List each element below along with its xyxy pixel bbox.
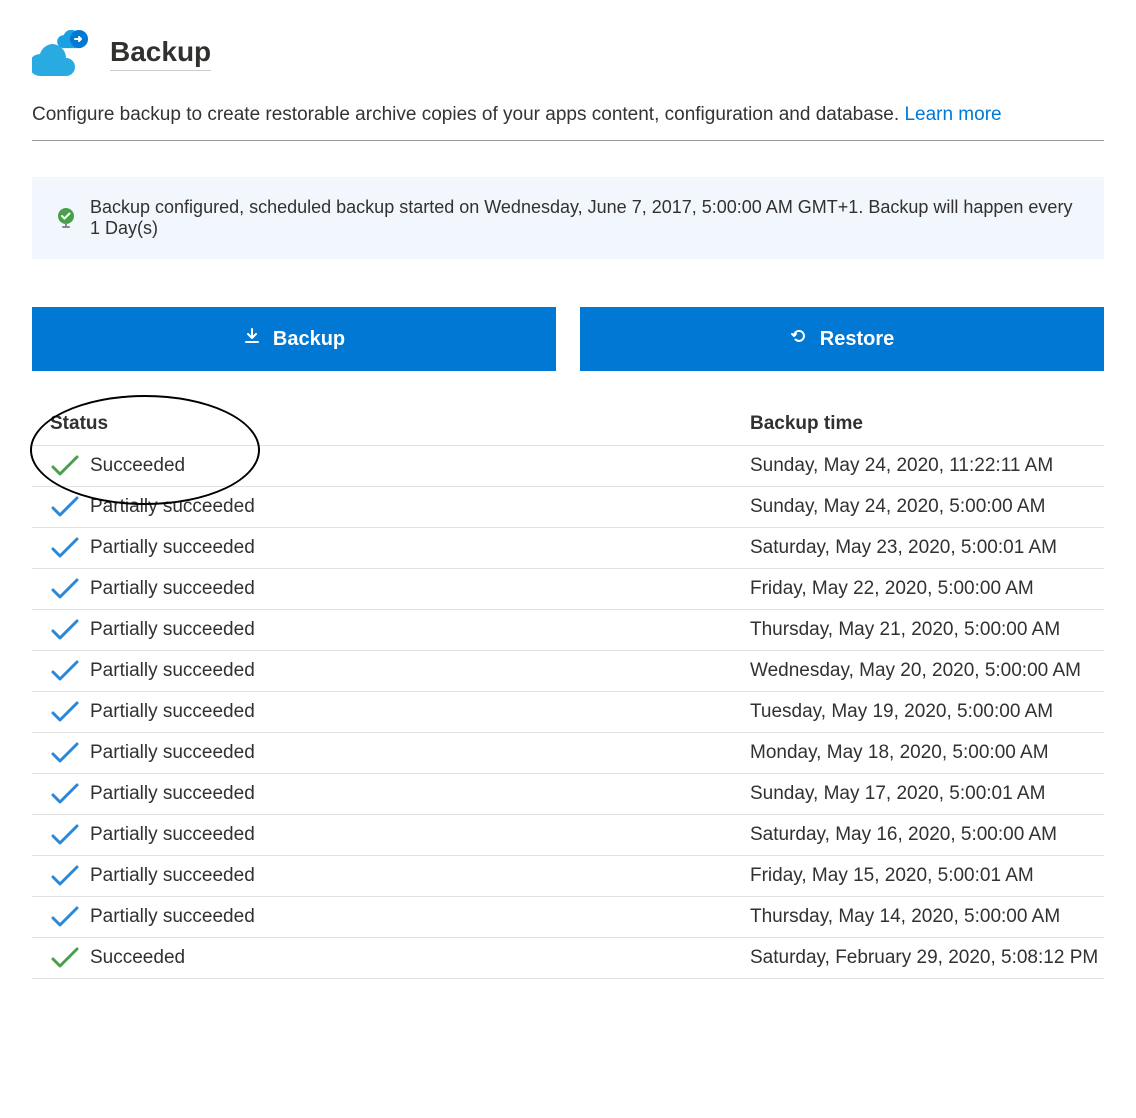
backup-time: Sunday, May 17, 2020, 5:00:01 AM bbox=[750, 783, 1104, 805]
restore-button[interactable]: Restore bbox=[580, 307, 1104, 371]
backup-time: Sunday, May 24, 2020, 5:00:00 AM bbox=[750, 496, 1104, 518]
status-label: Partially succeeded bbox=[90, 865, 255, 887]
table-row[interactable]: Partially succeeded Sunday, May 24, 2020,… bbox=[32, 487, 1104, 528]
download-icon bbox=[243, 327, 261, 351]
table-row[interactable]: Partially succeeded Saturday, May 23, 202… bbox=[32, 528, 1104, 569]
backup-time: Saturday, May 16, 2020, 5:00:00 AM bbox=[750, 824, 1104, 846]
status-header: Status bbox=[50, 413, 750, 435]
checkmark-icon bbox=[50, 864, 80, 888]
description-row: Configure backup to create restorable ar… bbox=[32, 104, 1104, 141]
checkmark-icon bbox=[50, 905, 80, 929]
checkmark-icon bbox=[50, 495, 80, 519]
backup-time: Tuesday, May 19, 2020, 5:00:00 AM bbox=[750, 701, 1104, 723]
success-badge-icon bbox=[56, 208, 76, 228]
restore-icon bbox=[790, 327, 808, 351]
table-row[interactable]: Partially succeeded Wednesday, May 20, 20… bbox=[32, 651, 1104, 692]
checkmark-icon bbox=[50, 454, 80, 478]
table-row[interactable]: Partially succeeded Monday, May 18, 2020,… bbox=[32, 733, 1104, 774]
table-row[interactable]: Partially succeeded Saturday, May 16, 202… bbox=[32, 815, 1104, 856]
table-row[interactable]: Succeeded Sunday, May 24, 2020, 11:22:11 … bbox=[32, 446, 1104, 487]
backup-time: Monday, May 18, 2020, 5:00:00 AM bbox=[750, 742, 1104, 764]
backup-time: Thursday, May 21, 2020, 5:00:00 AM bbox=[750, 619, 1104, 641]
table-row[interactable]: Partially succeeded Tuesday, May 19, 2020… bbox=[32, 692, 1104, 733]
status-label: Succeeded bbox=[90, 455, 185, 477]
status-label: Partially succeeded bbox=[90, 578, 255, 600]
checkmark-icon bbox=[50, 618, 80, 642]
restore-button-label: Restore bbox=[820, 328, 894, 351]
table-row[interactable]: Partially succeeded Thursday, May 14, 202… bbox=[32, 897, 1104, 938]
table-row[interactable]: Partially succeeded Thursday, May 21, 202… bbox=[32, 610, 1104, 651]
page-header: Backup bbox=[32, 30, 1104, 76]
table-row[interactable]: Partially succeeded Friday, May 15, 2020,… bbox=[32, 856, 1104, 897]
backup-table: Status Backup time Succeeded Sunday, May … bbox=[32, 405, 1104, 979]
description-text: Configure backup to create restorable ar… bbox=[32, 104, 904, 125]
checkmark-icon bbox=[50, 536, 80, 560]
checkmark-icon bbox=[50, 741, 80, 765]
action-buttons: Backup Restore bbox=[32, 307, 1104, 371]
backup-button-label: Backup bbox=[273, 328, 345, 351]
checkmark-icon bbox=[50, 823, 80, 847]
status-label: Succeeded bbox=[90, 947, 185, 969]
status-label: Partially succeeded bbox=[90, 619, 255, 641]
status-label: Partially succeeded bbox=[90, 783, 255, 805]
table-row[interactable]: Partially succeeded Sunday, May 17, 2020,… bbox=[32, 774, 1104, 815]
checkmark-icon bbox=[50, 782, 80, 806]
table-header: Status Backup time bbox=[32, 405, 1104, 446]
backup-time: Saturday, February 29, 2020, 5:08:12 PM bbox=[750, 947, 1104, 969]
backup-time: Wednesday, May 20, 2020, 5:00:00 AM bbox=[750, 660, 1104, 682]
backup-time: Saturday, May 23, 2020, 5:00:01 AM bbox=[750, 537, 1104, 559]
backup-time: Sunday, May 24, 2020, 11:22:11 AM bbox=[750, 455, 1104, 477]
status-label: Partially succeeded bbox=[90, 742, 255, 764]
learn-more-link[interactable]: Learn more bbox=[904, 104, 1001, 125]
time-header: Backup time bbox=[750, 413, 1104, 435]
cloud-backup-icon bbox=[32, 30, 92, 76]
backup-time: Friday, May 15, 2020, 5:00:01 AM bbox=[750, 865, 1104, 887]
status-label: Partially succeeded bbox=[90, 906, 255, 928]
info-banner-text: Backup configured, scheduled backup star… bbox=[90, 197, 1080, 239]
page-title: Backup bbox=[110, 36, 211, 71]
backup-button[interactable]: Backup bbox=[32, 307, 556, 371]
status-label: Partially succeeded bbox=[90, 537, 255, 559]
checkmark-icon bbox=[50, 700, 80, 724]
status-label: Partially succeeded bbox=[90, 660, 255, 682]
status-label: Partially succeeded bbox=[90, 701, 255, 723]
checkmark-icon bbox=[50, 577, 80, 601]
info-banner: Backup configured, scheduled backup star… bbox=[32, 177, 1104, 259]
status-label: Partially succeeded bbox=[90, 496, 255, 518]
backup-time: Thursday, May 14, 2020, 5:00:00 AM bbox=[750, 906, 1104, 928]
table-row[interactable]: Partially succeeded Friday, May 22, 2020,… bbox=[32, 569, 1104, 610]
status-label: Partially succeeded bbox=[90, 824, 255, 846]
table-row[interactable]: Succeeded Saturday, February 29, 2020, 5:… bbox=[32, 938, 1104, 979]
backup-time: Friday, May 22, 2020, 5:00:00 AM bbox=[750, 578, 1104, 600]
checkmark-icon bbox=[50, 659, 80, 683]
checkmark-icon bbox=[50, 946, 80, 970]
